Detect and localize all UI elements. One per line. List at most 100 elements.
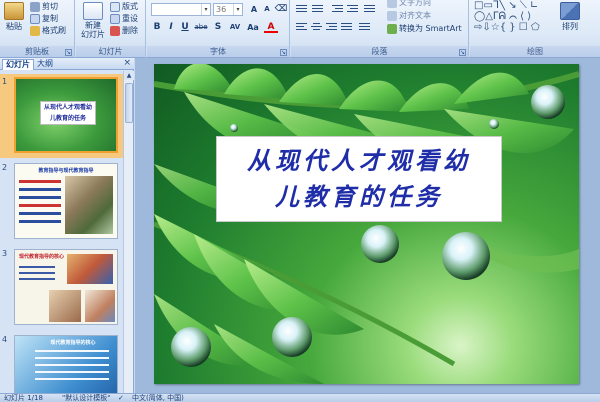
thumbnail-photo bbox=[85, 290, 115, 322]
thumbnail-text-line bbox=[19, 212, 61, 215]
font-size-value: 36 bbox=[216, 5, 227, 14]
thumbnail-text-line bbox=[19, 278, 55, 280]
columns-icon[interactable] bbox=[358, 21, 371, 33]
current-slide[interactable]: 从现代人才观看幼 儿教育的任务 bbox=[154, 64, 579, 384]
layout-label: 版式 bbox=[122, 2, 138, 11]
slides-outline-pane: 幻灯片 大纲 × 1 从现代人才观看幼 儿教育的任务 2 教育指导与现代教育指导 bbox=[0, 58, 134, 393]
cut-label: 剪切 bbox=[42, 2, 58, 11]
paste-button[interactable]: 粘贴 bbox=[4, 2, 24, 32]
slide-title-line-1: 从现代人才观看幼 bbox=[247, 146, 471, 175]
check-icon[interactable]: ✓ bbox=[118, 394, 124, 402]
water-droplet bbox=[489, 119, 499, 129]
text-direction-icon bbox=[387, 0, 397, 8]
layout-icon bbox=[110, 1, 120, 12]
dialog-launcher-icon[interactable]: ↘ bbox=[459, 49, 466, 56]
change-case-button[interactable]: Aa bbox=[245, 21, 261, 34]
strikethrough-button[interactable]: abe bbox=[192, 21, 210, 34]
new-slide-button[interactable]: 新建 幻灯片 bbox=[79, 2, 107, 39]
copy-icon bbox=[30, 13, 40, 24]
font-color-button[interactable]: A bbox=[264, 21, 278, 33]
smartart-icon bbox=[387, 23, 397, 34]
reset-icon bbox=[110, 13, 120, 24]
font-group: ▾ 36 ▾ A A ⌫ B I U abe S AV Aa A 字体 ↘ bbox=[147, 0, 290, 58]
clipboard-group-label: 剪贴板 bbox=[0, 46, 74, 57]
thumbnail-image: 教育指导与现代教育指导 bbox=[14, 163, 118, 239]
chevron-down-icon: ▾ bbox=[233, 4, 242, 15]
delete-button[interactable]: 删除 bbox=[110, 25, 138, 36]
shadow-button[interactable]: S bbox=[211, 21, 225, 34]
slide-title-line-2: 儿教育的任务 bbox=[275, 182, 443, 211]
clipboard-group: 粘贴 剪切 复制 格式刷 剪贴板 ↘ bbox=[0, 0, 75, 58]
paragraph-group: 文字方向 对齐文本 转换为 SmartArt 段落 ↘ bbox=[291, 0, 469, 58]
dialog-launcher-icon[interactable]: ↘ bbox=[65, 49, 72, 56]
slide-title-box[interactable]: 从现代人才观看幼 儿教育的任务 bbox=[216, 136, 502, 222]
thumbnail-text-line bbox=[35, 378, 109, 380]
arrange-icon bbox=[560, 2, 580, 20]
arrange-label: 排列 bbox=[562, 22, 578, 31]
thumbnail-image: 现代教育指导的核心 bbox=[14, 335, 118, 393]
grow-font-button[interactable]: A bbox=[247, 3, 261, 16]
slides-group-label: 幻灯片 bbox=[76, 46, 145, 57]
pane-scrollbar[interactable]: ▲ bbox=[123, 71, 134, 393]
bullets-icon[interactable] bbox=[295, 3, 308, 15]
numbering-icon[interactable] bbox=[311, 3, 324, 15]
ribbon: 粘贴 剪切 复制 格式刷 剪贴板 ↘ 新建 幻灯片 版式 重设 删除 幻灯片 ▾… bbox=[0, 0, 600, 58]
dialog-launcher-icon[interactable]: ↘ bbox=[280, 49, 287, 56]
decrease-indent-icon[interactable] bbox=[331, 3, 344, 15]
thumbnail-text-line bbox=[19, 196, 61, 199]
font-size-combo[interactable]: 36 ▾ bbox=[213, 3, 243, 16]
format-painter-button[interactable]: 格式刷 bbox=[30, 25, 66, 36]
close-icon[interactable]: × bbox=[123, 58, 131, 68]
thumbnail-title-line: 从现代人才观看幼 bbox=[43, 104, 92, 111]
thumbnail-text-line bbox=[19, 220, 61, 223]
paragraph-group-label: 段落 bbox=[291, 46, 468, 57]
thumbnail-text-line bbox=[19, 266, 55, 268]
pane-tabs: 幻灯片 大纲 × bbox=[0, 58, 134, 70]
line-spacing-icon[interactable] bbox=[363, 3, 376, 15]
slide-editor: 从现代人才观看幼 儿教育的任务 bbox=[135, 58, 600, 393]
slide-number: 3 bbox=[2, 249, 8, 258]
thumbnail-text-line bbox=[35, 364, 109, 366]
clear-format-button[interactable]: ⌫ bbox=[274, 3, 288, 16]
shrink-font-button[interactable]: A bbox=[260, 3, 274, 16]
character-spacing-button[interactable]: AV bbox=[227, 21, 243, 34]
water-droplet bbox=[531, 85, 565, 119]
align-right-icon[interactable] bbox=[325, 21, 338, 33]
align-center-icon[interactable] bbox=[310, 21, 323, 33]
paste-icon bbox=[4, 2, 24, 20]
slides-group: 新建 幻灯片 版式 重设 删除 幻灯片 bbox=[76, 0, 146, 58]
align-left-icon[interactable] bbox=[295, 21, 308, 33]
shapes-gallery-row-3[interactable]: ⇨⇩☆{ } ☐ ⬠ bbox=[474, 22, 540, 34]
layout-button[interactable]: 版式 bbox=[110, 1, 138, 12]
tab-slides[interactable]: 幻灯片 bbox=[2, 59, 34, 70]
arrange-button[interactable]: 排列 bbox=[560, 2, 580, 32]
align-text-button[interactable]: 对齐文本 bbox=[387, 10, 431, 21]
language-indicator[interactable]: 中文(简体, 中国) bbox=[132, 394, 184, 402]
water-droplet bbox=[230, 124, 238, 132]
cut-button[interactable]: 剪切 bbox=[30, 1, 58, 12]
font-name-combo[interactable]: ▾ bbox=[151, 3, 211, 16]
reset-button[interactable]: 重设 bbox=[110, 13, 138, 24]
scrollbar-thumb[interactable] bbox=[125, 83, 133, 123]
thumbnail-title: 现代教育指导的核心 bbox=[19, 254, 65, 260]
thumbnail-list: 1 从现代人才观看幼 儿教育的任务 2 教育指导与现代教育指导 3 现代教育指导… bbox=[0, 71, 124, 393]
copy-label: 复制 bbox=[42, 14, 58, 23]
align-text-icon bbox=[387, 10, 397, 21]
scroll-up-icon[interactable]: ▲ bbox=[124, 71, 134, 80]
convert-smartart-button[interactable]: 转换为 SmartArt bbox=[387, 23, 462, 34]
increase-indent-icon[interactable] bbox=[346, 3, 359, 15]
underline-button[interactable]: U bbox=[178, 21, 192, 34]
justify-icon[interactable] bbox=[340, 21, 353, 33]
tab-outline[interactable]: 大纲 bbox=[34, 59, 56, 70]
chevron-down-icon: ▾ bbox=[201, 4, 210, 15]
thumbnail-title-line: 儿教育的任务 bbox=[49, 115, 86, 122]
bold-button[interactable]: B bbox=[150, 21, 164, 34]
italic-button[interactable]: I bbox=[164, 21, 178, 34]
copy-button[interactable]: 复制 bbox=[30, 13, 58, 24]
thumbnail-text-line bbox=[35, 357, 109, 359]
thumbnail-title: 现代教育指导的核心 bbox=[50, 340, 96, 346]
water-droplet bbox=[361, 225, 399, 263]
thumbnail-text-line bbox=[35, 371, 109, 373]
new-slide-label: 新建 幻灯片 bbox=[81, 21, 105, 39]
text-direction-button[interactable]: 文字方向 bbox=[387, 0, 431, 8]
